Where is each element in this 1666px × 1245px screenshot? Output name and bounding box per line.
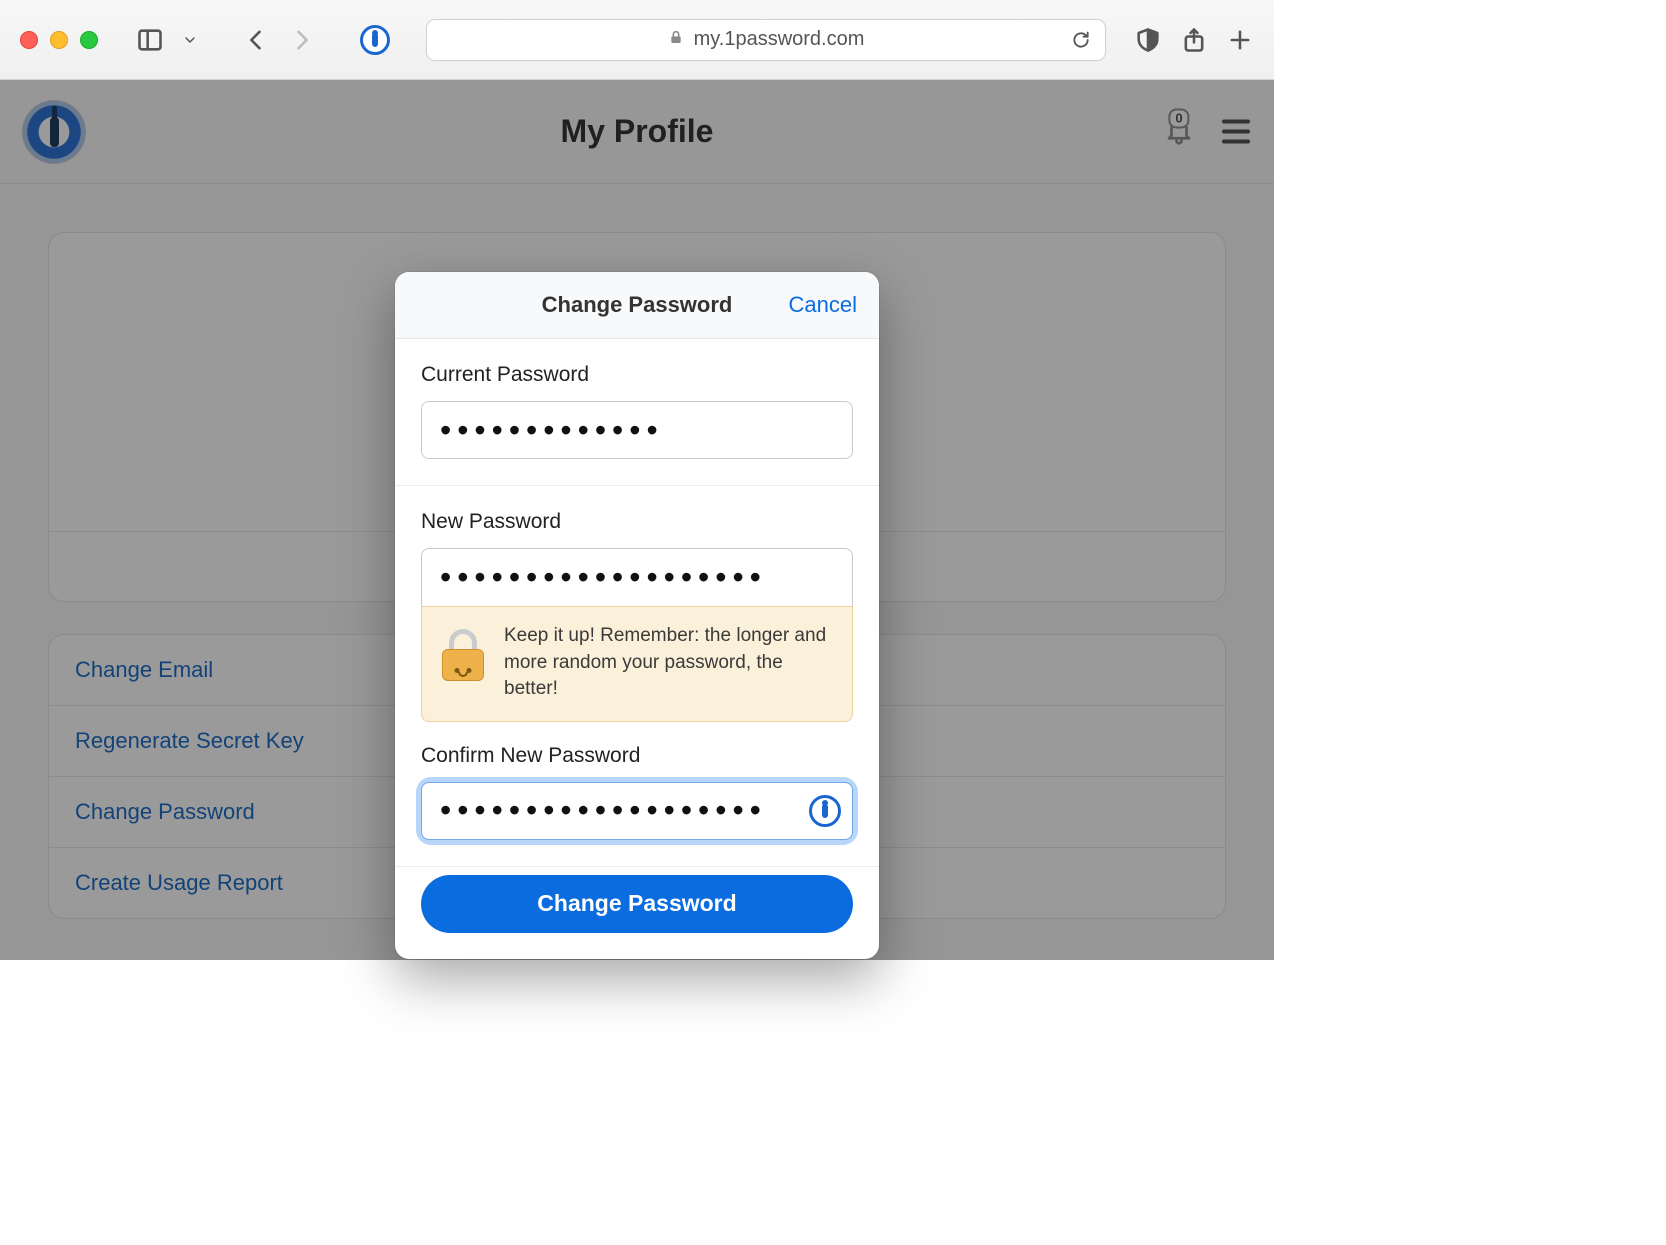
close-window-button[interactable] bbox=[20, 31, 38, 49]
padlock-icon bbox=[440, 629, 486, 681]
hint-text: Keep it up! Remember: the longer and mor… bbox=[504, 623, 834, 703]
confirm-password-label: Confirm New Password bbox=[421, 744, 853, 768]
new-tab-icon[interactable] bbox=[1226, 26, 1254, 54]
chevron-down-icon[interactable] bbox=[182, 26, 198, 54]
current-password-input[interactable] bbox=[421, 401, 853, 459]
sidebar-toggle-icon[interactable] bbox=[136, 26, 164, 54]
minimize-window-button[interactable] bbox=[50, 31, 68, 49]
zoom-window-button[interactable] bbox=[80, 31, 98, 49]
cancel-button[interactable]: Cancel bbox=[789, 292, 857, 318]
back-button-icon[interactable] bbox=[242, 26, 270, 54]
address-bar-url: my.1password.com bbox=[694, 28, 865, 51]
share-icon[interactable] bbox=[1180, 26, 1208, 54]
new-password-input[interactable] bbox=[421, 548, 853, 606]
onepassword-inline-icon[interactable] bbox=[809, 795, 841, 827]
lock-icon bbox=[668, 28, 684, 52]
confirm-password-input[interactable] bbox=[421, 782, 853, 840]
submit-change-password-button[interactable]: Change Password bbox=[421, 875, 853, 933]
address-bar[interactable]: my.1password.com bbox=[426, 19, 1106, 61]
change-password-modal: Change Password Cancel Current Password … bbox=[395, 272, 879, 959]
shield-icon[interactable] bbox=[1134, 26, 1162, 54]
reload-icon[interactable] bbox=[1071, 30, 1091, 50]
forward-button-icon[interactable] bbox=[288, 26, 316, 54]
password-strength-hint: Keep it up! Remember: the longer and mor… bbox=[421, 606, 853, 722]
window-controls bbox=[20, 31, 98, 49]
current-password-label: Current Password bbox=[421, 363, 853, 387]
browser-toolbar: my.1password.com bbox=[0, 0, 1274, 80]
new-password-label: New Password bbox=[421, 510, 853, 534]
modal-title: Change Password bbox=[542, 292, 733, 318]
onepassword-extension-icon[interactable] bbox=[360, 25, 390, 55]
